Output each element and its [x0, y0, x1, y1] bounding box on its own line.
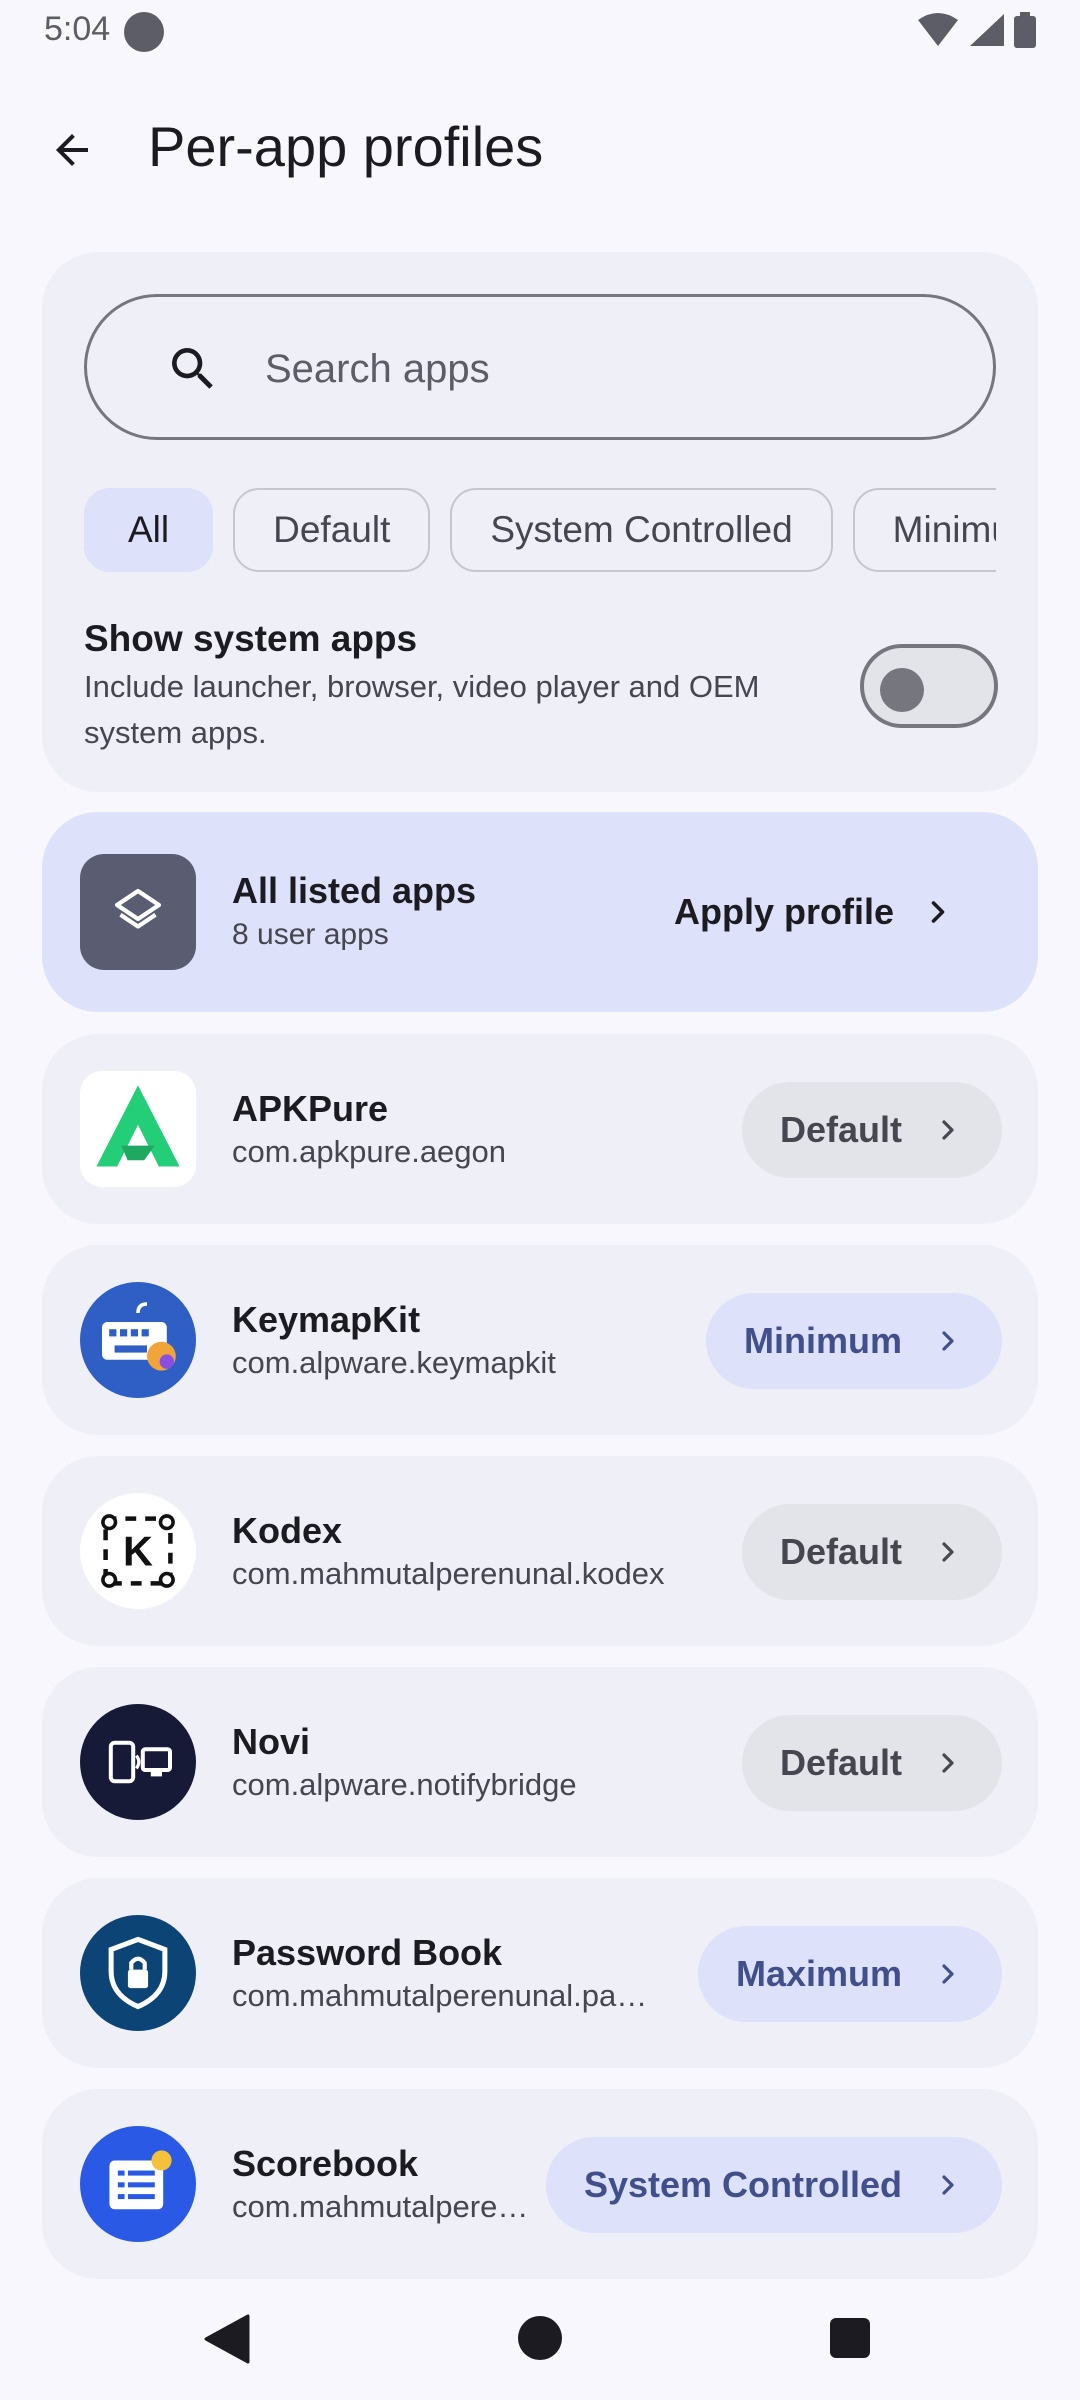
back-button[interactable] [40, 118, 104, 182]
profile-label: System Controlled [583, 2164, 902, 2205]
nav-recents-icon[interactable] [830, 2318, 870, 2358]
search-bar[interactable] [84, 294, 996, 440]
profile-label: Default [779, 1531, 902, 1572]
navigation-bar [0, 2280, 1080, 2400]
app-name: Password Book [232, 1932, 503, 1973]
system-apps-title: Show system apps [84, 618, 418, 659]
app-package: com.alpware.keymapkit [232, 1345, 556, 1380]
nav-home-icon[interactable] [518, 2316, 562, 2360]
app-row-kodex[interactable]: K Kodex com.mahmutalperenunal.kodex Defa… [42, 1456, 1038, 1646]
app-package: com.mahmutalpere… [232, 2189, 529, 2224]
app-package: com.alpware.notifybridge [232, 1767, 577, 1802]
page-title: Per-app profiles [148, 115, 544, 178]
devices-icon [80, 1704, 196, 1820]
profile-label: Default [779, 1742, 902, 1783]
status-icons [918, 12, 1036, 48]
svg-text:K: K [123, 1528, 153, 1574]
apkpure-icon [80, 1071, 196, 1187]
app-row-keymapkit[interactable]: KeymapKit com.alpware.keymapkit Minimum [42, 1245, 1038, 1435]
filter-chip-all[interactable]: All [84, 488, 214, 572]
chevron-right-icon [942, 1542, 954, 1562]
profile-label: Maximum [735, 1953, 902, 1994]
chevron-right-icon [942, 1964, 954, 1984]
app-package: com.mahmutalperenunal.pa… [232, 1978, 648, 2013]
profile-button-novi[interactable]: Default [741, 1715, 1002, 1811]
app-name: Kodex [232, 1510, 343, 1551]
status-time: 5:04 [44, 10, 111, 48]
signal-icon [970, 14, 1004, 46]
profile-button-password-book[interactable]: Maximum [697, 1926, 1002, 2022]
chevron-right-icon [942, 1331, 954, 1351]
toggle-knob [880, 668, 924, 712]
apply-profile-button[interactable]: Apply profile [674, 872, 976, 952]
system-apps-toggle[interactable] [860, 644, 998, 728]
app-name: APKPure [232, 1088, 389, 1129]
app-name: Scorebook [232, 2143, 419, 2184]
profile-button-scorebook[interactable]: System Controlled [545, 2137, 1002, 2233]
keyboard-icon [80, 1282, 196, 1398]
app-package: com.apkpure.aegon [232, 1134, 507, 1169]
system-apps-description: Include launcher, browser, video player … [84, 669, 760, 750]
apply-profile-label: Apply profile [674, 891, 895, 932]
filter-chip-default[interactable]: Default [233, 488, 431, 572]
filter-chip-minimum[interactable]: Minimum [852, 488, 996, 572]
all-listed-apps-count: 8 user apps [232, 918, 389, 951]
top-app-bar: Per-app profiles [0, 100, 1080, 200]
filter-chips: AllDefaultSystem ControlledMinimum [84, 488, 996, 572]
battery-icon [1014, 12, 1036, 48]
all-listed-apps-card[interactable]: All listed apps 8 user apps Apply profil… [42, 812, 1038, 1012]
shield-lock-icon [80, 1915, 196, 2031]
chevron-right-icon [942, 1753, 954, 1773]
app-name: KeymapKit [232, 1299, 421, 1340]
notification-dot-icon [124, 12, 164, 52]
layers-icon [80, 854, 196, 970]
app-row-scorebook[interactable]: Scorebook com.mahmutalpere… System Contr… [42, 2089, 1038, 2279]
chevron-right-icon [931, 901, 945, 923]
all-listed-apps-title: All listed apps [232, 870, 477, 911]
status-bar: 5:04 [0, 0, 1080, 64]
profile-label: Minimum [744, 1320, 902, 1361]
nav-back-icon[interactable] [204, 2314, 250, 2364]
profile-button-keymapkit[interactable]: Minimum [706, 1293, 1002, 1389]
app-package: com.mahmutalperenunal.kodex [232, 1556, 665, 1591]
filter-chip-system-controlled[interactable]: System Controlled [450, 488, 833, 572]
search-input[interactable] [265, 337, 925, 401]
profile-label: Default [779, 1109, 902, 1150]
chevron-right-icon [942, 1120, 954, 1140]
search-icon [172, 348, 213, 389]
scoreboard-icon [80, 2126, 196, 2242]
chevron-right-icon [942, 2175, 954, 2195]
app-row-novi[interactable]: Novi com.alpware.notifybridge Default [42, 1667, 1038, 1857]
app-name: Novi [232, 1721, 311, 1762]
wifi-icon [918, 13, 958, 46]
profile-button-apkpure[interactable]: Default [741, 1082, 1002, 1178]
arrow-back-icon [56, 134, 88, 166]
filter-card: AllDefaultSystem ControlledMinimum Show … [42, 252, 1038, 792]
app-row-apkpure[interactable]: APKPure com.apkpure.aegon Default [42, 1034, 1038, 1224]
app-row-password-book[interactable]: Password Book com.mahmutalperenunal.pa… … [42, 1878, 1038, 2068]
profile-button-kodex[interactable]: Default [741, 1504, 1002, 1600]
kodex-icon: K [80, 1493, 196, 1609]
